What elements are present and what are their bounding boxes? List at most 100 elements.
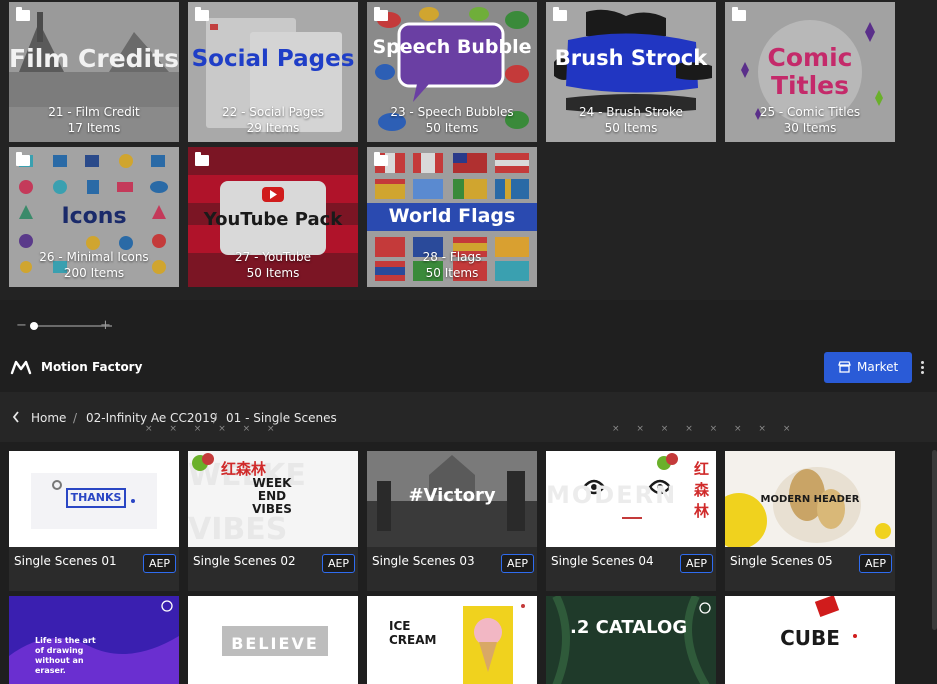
folder-icon bbox=[16, 152, 30, 166]
market-button-label: Market bbox=[857, 360, 899, 374]
folder-art-text: Film Credits bbox=[9, 44, 179, 73]
decorative-pattern: × × × × × × bbox=[145, 424, 282, 434]
folder-item-count: 50 Items bbox=[246, 266, 300, 280]
scene-thumbnail: THANKS bbox=[9, 451, 179, 547]
vertical-scrollbar[interactable] bbox=[932, 450, 937, 630]
scene-card[interactable]: WEEKE VIBES 红森林 WEEK END VIBES Single Sc… bbox=[188, 451, 358, 591]
scene-name: Single Scenes 05 bbox=[730, 554, 833, 568]
breadcrumb: Home / 02-Infinity Ae CC2019 / 01 - Sing… bbox=[0, 392, 937, 442]
folder-name: 28 - Flags bbox=[422, 250, 482, 264]
scene-thumb-text: ICE CREAM bbox=[389, 619, 437, 647]
folder-youtube[interactable]: YouTube Pack 27 - YouTube 50 Items bbox=[188, 147, 358, 287]
breadcrumb-current[interactable]: 01 - Single Scenes bbox=[226, 411, 337, 425]
scene-card[interactable]: #Victory Single Scenes 03 AEP bbox=[367, 451, 537, 591]
scene-thumbnail: WEEKE VIBES 红森林 WEEK END VIBES bbox=[188, 451, 358, 547]
folder-grid: Film Credits 21 - Film Credit 17 Items S… bbox=[0, 0, 937, 300]
back-chevron-icon[interactable] bbox=[12, 411, 20, 423]
folder-art-text: Speech Bubble bbox=[372, 36, 532, 58]
scene-thumbnail: MODERN HEADER bbox=[725, 451, 895, 547]
scene-thumbnail: MODERN 红森林 bbox=[546, 451, 716, 547]
breadcrumb-home[interactable]: Home bbox=[31, 411, 66, 425]
folder-icon bbox=[553, 7, 567, 21]
scene-card[interactable]: .2 CATALOG bbox=[546, 596, 716, 684]
folder-item-count: 17 Items bbox=[67, 121, 121, 135]
folder-name: 25 - Comic Titles bbox=[759, 105, 861, 119]
folder-name: 23 - Speech Bubbles bbox=[390, 105, 514, 119]
folder-icon bbox=[195, 7, 209, 21]
watermark-text: 红森林 bbox=[694, 460, 710, 520]
panel-header: Motion Factory Market bbox=[0, 345, 937, 391]
scene-name: Single Scenes 04 bbox=[551, 554, 654, 568]
aep-badge: AEP bbox=[143, 554, 176, 573]
scene-card[interactable]: THANKS Single Scenes 01 AEP bbox=[9, 451, 179, 591]
market-button[interactable]: Market bbox=[824, 352, 912, 383]
folder-item-count: 200 Items bbox=[63, 266, 125, 280]
aep-badge: AEP bbox=[322, 554, 355, 573]
scene-thumb-text: THANKS bbox=[70, 491, 122, 504]
scene-card[interactable]: MODERN HEADER Single Scenes 05 AEP bbox=[725, 451, 895, 591]
folder-name: 22 - Social Pages bbox=[222, 105, 324, 119]
scene-thumb-text: .2 CATALOG bbox=[570, 617, 688, 638]
scene-thumb-text: BELIEVE bbox=[231, 634, 319, 653]
more-options-icon[interactable] bbox=[918, 359, 928, 377]
folder-art-text: YouTube Pack bbox=[203, 209, 343, 230]
decorative-pattern: × × × × × × × × bbox=[612, 424, 798, 434]
folder-brush-stroke[interactable]: Brush Strock 24 - Brush Stroke 50 Items bbox=[546, 2, 716, 142]
folder-art-text: Comic Titles bbox=[767, 43, 853, 100]
folder-name: 21 - Film Credit bbox=[48, 105, 140, 119]
folder-icon bbox=[16, 7, 30, 21]
folder-icon bbox=[374, 152, 388, 166]
scene-card[interactable]: MODERN 红森林 Single Scenes 04 AEP bbox=[546, 451, 716, 591]
folder-minimal-icons[interactable]: Icons 26 - Minimal Icons 200 Items bbox=[9, 147, 179, 287]
scene-card[interactable]: ICE CREAM bbox=[367, 596, 537, 684]
motion-factory-logo-icon bbox=[10, 360, 32, 375]
scene-card[interactable]: CUBE bbox=[725, 596, 895, 684]
scene-name: Single Scenes 03 bbox=[372, 554, 475, 568]
slider-handle[interactable] bbox=[30, 322, 38, 330]
folder-name: 24 - Brush Stroke bbox=[579, 105, 683, 119]
scene-thumb-text: MODERN bbox=[546, 481, 678, 509]
folder-icon bbox=[195, 152, 209, 166]
folder-art-text: Brush Strock bbox=[554, 46, 708, 70]
breadcrumb-separator: / bbox=[73, 411, 78, 425]
scene-thumb-text: #Victory bbox=[408, 485, 496, 506]
aep-badge: AEP bbox=[859, 554, 892, 573]
folder-icon bbox=[732, 7, 746, 21]
folder-icon bbox=[374, 7, 388, 21]
folder-item-count: 30 Items bbox=[783, 121, 837, 135]
folder-flags[interactable]: World Flags 28 - Flags 50 Items bbox=[367, 147, 537, 287]
scene-thumb-text: Life is the art of drawing without an er… bbox=[35, 636, 96, 675]
app-title: Motion Factory bbox=[41, 360, 143, 374]
folder-art-text: World Flags bbox=[388, 205, 516, 227]
scene-card[interactable]: Life is the art of drawing without an er… bbox=[9, 596, 179, 684]
folder-comic-titles[interactable]: Comic Titles 25 - Comic Titles 30 Items bbox=[725, 2, 895, 142]
store-icon bbox=[838, 361, 851, 373]
folder-art-text: Social Pages bbox=[191, 46, 355, 72]
folder-art-text: Icons bbox=[61, 204, 127, 229]
svg-text:VIBES: VIBES bbox=[188, 512, 287, 547]
folder-social-pages[interactable]: Social Pages 22 - Social Pages 29 Items bbox=[188, 2, 358, 142]
breadcrumb-folder[interactable]: 02-Infinity Ae CC2019 bbox=[86, 411, 217, 425]
scene-name: Single Scenes 01 bbox=[14, 554, 117, 568]
aep-badge: AEP bbox=[501, 554, 534, 573]
app-window: Film Credits 21 - Film Credit 17 Items S… bbox=[0, 0, 937, 684]
folder-name: 27 - YouTube bbox=[234, 250, 312, 264]
scene-thumb-text: WEEK END VIBES bbox=[252, 476, 292, 516]
folder-item-count: 50 Items bbox=[425, 121, 479, 135]
scene-thumb-text: CUBE bbox=[780, 626, 840, 650]
thumbnail-size-slider[interactable]: − + bbox=[16, 318, 116, 334]
folder-speech-bubbles[interactable]: Speech Bubble 23 - Speech Bubbles 50 Ite… bbox=[367, 2, 537, 142]
folder-item-count: 50 Items bbox=[604, 121, 658, 135]
zoom-in-icon[interactable]: + bbox=[100, 318, 111, 334]
folder-name: 26 - Minimal Icons bbox=[39, 250, 149, 264]
folder-film-credit[interactable]: Film Credits 21 - Film Credit 17 Items bbox=[9, 2, 179, 142]
zoom-out-icon[interactable]: − bbox=[16, 318, 27, 334]
folder-item-count: 50 Items bbox=[425, 266, 479, 280]
breadcrumb-separator: / bbox=[213, 411, 218, 425]
aep-badge: AEP bbox=[680, 554, 713, 573]
folder-item-count: 29 Items bbox=[246, 121, 300, 135]
scene-thumb-text: MODERN HEADER bbox=[760, 494, 860, 505]
scene-card[interactable]: BELIEVE bbox=[188, 596, 358, 684]
scene-name: Single Scenes 02 bbox=[193, 554, 296, 568]
scene-thumbnail: #Victory bbox=[367, 451, 537, 547]
